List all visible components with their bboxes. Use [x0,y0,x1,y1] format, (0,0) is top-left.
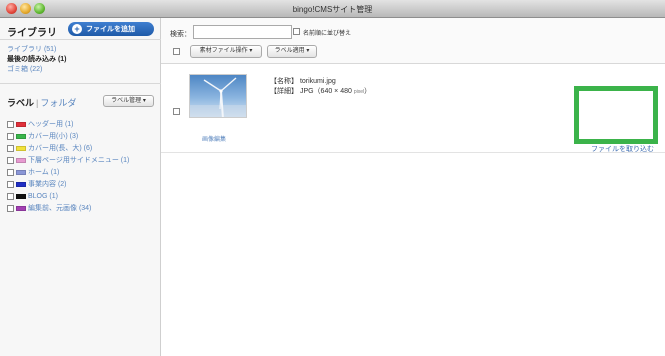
label-header: ラベル | フォルダ ラベル管理 ▾ [0,83,161,113]
library-item-trash[interactable]: ゴミ箱 (22) [7,65,67,75]
label-item-cover-small[interactable]: カバー用(小) (3) [7,131,157,141]
label-checkbox[interactable] [7,132,14,140]
label-text: カバー用(小) (3) [28,133,79,140]
material-ops-dropdown[interactable]: 素材ファイル操作 ▾ [190,45,262,58]
label-checkbox[interactable] [7,120,14,128]
file-details-close: ） [364,88,372,95]
window-titlebar: bingo!CMSサイト管理 [0,0,665,18]
label-color-swatch [16,133,26,139]
file-details: 【詳細】 JPG（640 × 480 pixel） [270,87,371,97]
label-color-swatch [16,181,26,187]
wind-turbine-image [190,77,246,117]
label-item-subpage-side-menu[interactable]: 下層ページ用サイドメニュー (1) [7,155,157,165]
pixel-unit: pixel [353,89,365,95]
label-item-original-images[interactable]: 編集前、元画像 (34) [7,203,157,213]
label-color-swatch [16,145,26,151]
window-title: bingo!CMSサイト管理 [292,5,373,14]
label-checkbox[interactable] [7,156,14,164]
label-text: ヘッダー用 (1) [28,121,74,128]
label-apply-dropdown[interactable]: ラベル適用 ▾ [267,45,317,58]
tab-folder[interactable]: フォルダ [40,98,76,108]
label-text: 編集前、元画像 (34) [28,205,92,212]
edit-image-link[interactable]: 画像編集 [202,134,226,143]
search-label: 検索： [170,31,191,38]
label-color-swatch [16,205,26,211]
row-divider [161,152,665,153]
label-color-swatch [16,157,26,163]
file-details-text: 【詳細】 JPG（640 × 480 [270,88,354,95]
label-checkbox[interactable] [7,180,14,188]
label-item-blog[interactable]: BLOG (1) [7,191,157,201]
label-folder-tabs: ラベル | フォルダ [7,96,76,109]
sort-by-name-checkbox[interactable] [293,28,300,35]
label-color-swatch [16,121,26,127]
tab-label[interactable]: ラベル [7,98,34,108]
label-checkbox[interactable] [7,204,14,212]
label-color-swatch [16,193,26,199]
sort-by-name-label: 名前順に並び替え [303,31,352,37]
select-all-checkbox[interactable] [173,48,180,55]
label-text: 事業内容 (2) [28,181,67,188]
file-toolbar: 検索： 名前順に並び替え 素材ファイル操作 ▾ ラベル適用 ▾ [161,18,665,64]
label-text: カバー用(長、大) (6) [28,145,93,152]
library-title: ライブラリ [7,28,57,39]
sidebar: ライブラリ + ファイルを追加 ライブラリ (51) 最後の読み込み (1) ゴ… [0,18,161,356]
add-file-button[interactable]: + ファイルを追加 [68,22,154,36]
search-input[interactable] [193,25,292,39]
main-panel: 検索： 名前順に並び替え 素材ファイル操作 ▾ ラベル適用 ▾ 画像編集 【名称… [161,18,665,356]
add-file-label: ファイルを追加 [86,26,135,33]
label-manage-button[interactable]: ラベル管理 ▾ [103,95,154,107]
label-checkbox[interactable] [7,144,14,152]
plus-icon: + [72,24,82,34]
library-header: ライブラリ + ファイルを追加 [0,18,161,40]
label-item-home[interactable]: ホーム (1) [7,167,157,177]
label-item-header[interactable]: ヘッダー用 (1) [7,119,157,129]
file-meta: 【名称】 torikumi.jpg 【詳細】 JPG（640 × 480 pix… [270,77,371,97]
label-item-business[interactable]: 事業内容 (2) [7,179,157,189]
import-highlight-box [574,86,658,144]
library-item-last-import[interactable]: 最後の読み込み (1) [7,55,67,65]
label-item-cover-large[interactable]: カバー用(長、大) (6) [7,143,157,153]
label-color-swatch [16,169,26,175]
tab-separator: | [36,98,39,108]
library-list: ライブラリ (51) 最後の読み込み (1) ゴミ箱 (22) [7,45,67,75]
file-checkbox[interactable] [173,108,180,115]
label-checkbox[interactable] [7,192,14,200]
label-checkbox[interactable] [7,168,14,176]
file-thumbnail[interactable] [189,74,247,118]
label-text: ホーム (1) [28,169,60,176]
file-name: 【名称】 torikumi.jpg [270,78,336,85]
library-item-all[interactable]: ライブラリ (51) [7,45,67,55]
label-text: BLOG (1) [28,192,58,200]
label-text: 下層ページ用サイドメニュー (1) [28,157,130,164]
